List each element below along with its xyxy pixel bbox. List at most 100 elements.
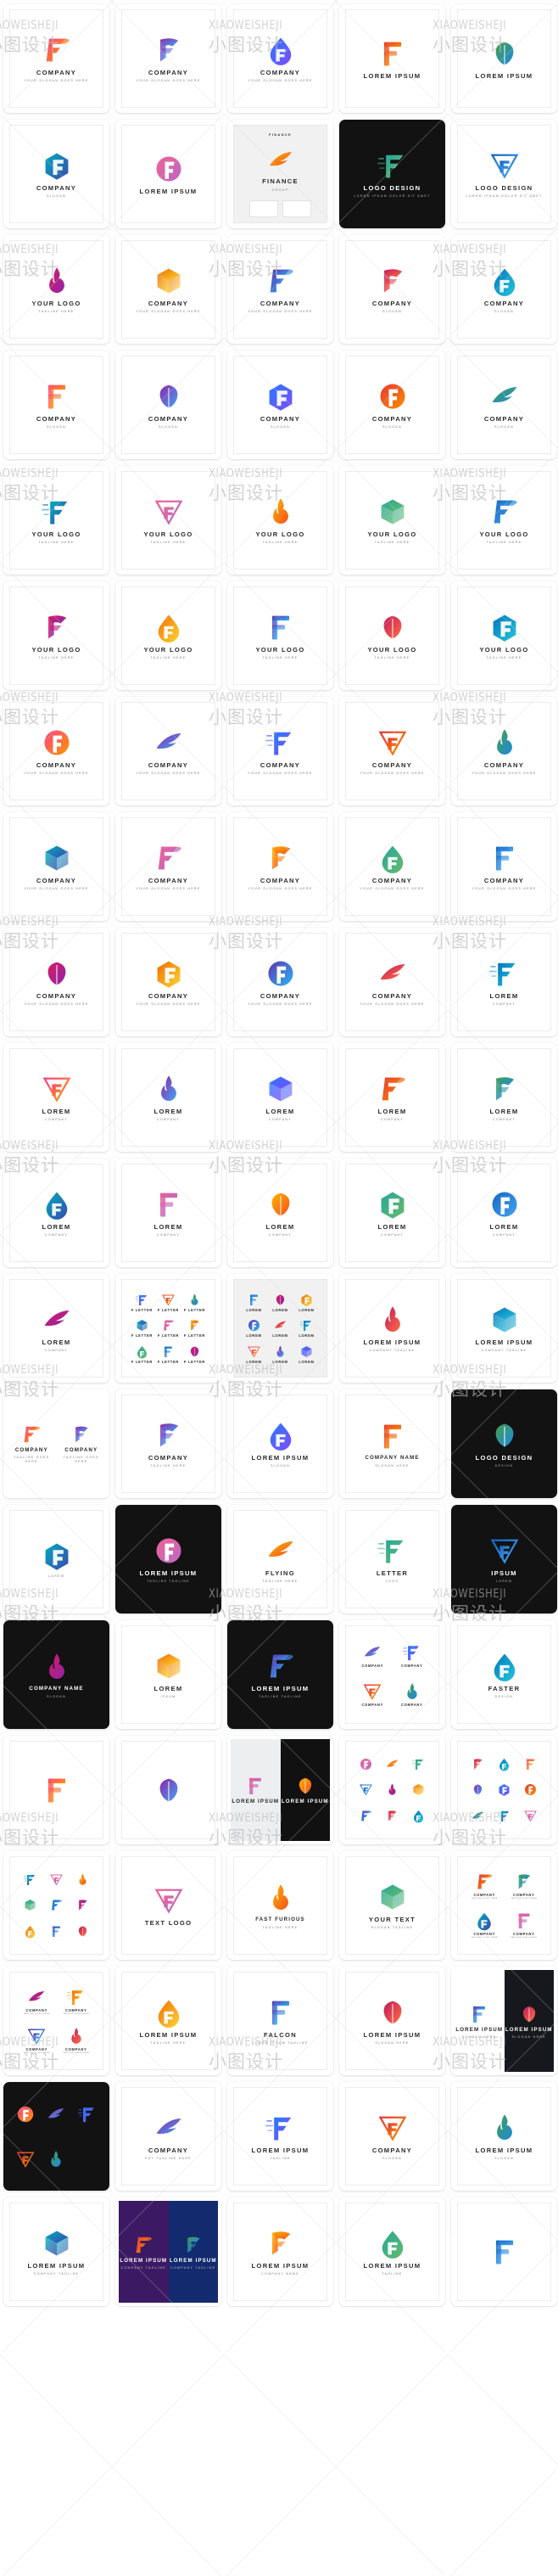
logo-split-half[interactable]: LOREM IPSUM SLOGAN HERE <box>455 1970 505 2072</box>
logo-variant[interactable]: F LETTER <box>184 1318 205 1338</box>
logo-card-lorem-ipsum-orange-bird[interactable]: LOREM IPSUM COMPANY NAME <box>227 2197 333 2306</box>
logo-variant[interactable] <box>49 1898 64 1912</box>
logo-variant[interactable]: LOREM <box>246 1344 261 1364</box>
logo-card-lorem-ipsum-green-orange[interactable]: LOREM IPSUM SLOGAN HERE <box>339 1967 445 2075</box>
logo-variant[interactable]: LOREM <box>299 1293 314 1312</box>
logo-card-lorem-ipsum-wood-f[interactable]: LOREM IPSUM <box>451 4 557 113</box>
logo-variant[interactable]: F LETTER <box>184 1293 205 1312</box>
logo-card-flying-orange-wing[interactable]: FLYING TAGLINE HERE <box>227 1505 333 1614</box>
logo-variant[interactable] <box>49 1924 64 1939</box>
logo-card-company-hex-tech[interactable]: COMPANY Your Slogan Goes Here <box>3 697 109 805</box>
logo-card-lorem-flame-f[interactable]: LOREM COMPANY <box>227 1159 333 1267</box>
logo-card-f-grid-nine-b[interactable] <box>451 1736 557 1844</box>
logo-card-lorem-ipsum-crest-pair[interactable]: LOREM IPSUM COMPANY TAGLINE LOREM IPSUM … <box>115 2197 221 2306</box>
logo-card-loremipsum-emblem[interactable]: LOREM IPSUM TAGLINE <box>339 2197 445 2306</box>
logo-card-your-text-plant[interactable]: Your Text SLOGAN TAGLINE <box>339 1851 445 1960</box>
logo-variant[interactable] <box>23 1924 37 1939</box>
logo-variant[interactable] <box>15 2149 36 2169</box>
logo-card-company-yellow-red-bar[interactable]: COMPANY SLOGAN <box>451 351 557 459</box>
logo-card-company-name-blue-f[interactable]: COMPANY NAME SLOGAN HERE <box>339 1389 445 1498</box>
logo-card-company-flag-pin[interactable]: COMPANY Your Slogan Goes Here <box>115 812 221 921</box>
logo-card-company-purple-swoosh[interactable]: COMPANY PUT TAGLINE HERE <box>115 2082 221 2191</box>
logo-card-your-logo-if-flag[interactable]: YOUR LOGO TAGLINE HERE <box>227 466 333 575</box>
logo-card-lorem-ipsum-feather-dots[interactable]: LOREM IPSUM COMPANY TAGLINE <box>3 2197 109 2306</box>
logo-variant[interactable] <box>46 2104 66 2124</box>
logo-variant[interactable]: LOREM <box>299 1344 314 1364</box>
logo-card-company-green-blue-plant[interactable]: COMPANY SLOGAN <box>451 235 557 344</box>
logo-card-company-droplet[interactable]: COMPANY Your Slogan Goes Here <box>227 4 333 113</box>
logo-card-lorem-sheet-colored[interactable]: LOREM LOREM LOREM LOREM LOREM LOREM LORE… <box>227 1274 333 1383</box>
logo-variant[interactable] <box>359 1809 373 1823</box>
logo-card-faster-design[interactable]: FASTER DESIGN <box>451 1620 557 1729</box>
logo-card-company-globe-swoosh[interactable]: COMPANY Your Slogan Goes Here <box>451 812 557 921</box>
logo-card-company-pink-blue-f[interactable]: COMPANY Your Slogan Goes Here <box>227 928 333 1036</box>
logo-card-company-blue-arrow-house[interactable]: COMPANY SLOGAN <box>339 351 445 459</box>
logo-card-logo-design-red-triangle[interactable]: LOGO DESIGN DESIGN <box>451 1389 557 1498</box>
logo-variant[interactable] <box>523 1782 538 1797</box>
logo-card-company-f-ribbon[interactable]: COMPANY Your Slogan Goes Here <box>115 4 221 113</box>
logo-card-company-green-blue-f[interactable]: COMPANY SLOGAN <box>339 2082 445 2191</box>
logo-variant[interactable] <box>411 1782 426 1797</box>
logo-card-your-logo-blue-ribbon-m[interactable]: YOUR LOGO TAGLINE HERE <box>3 581 109 690</box>
logo-variant[interactable]: F LETTER <box>158 1344 179 1364</box>
logo-variant[interactable] <box>75 1872 90 1887</box>
logo-split-half[interactable]: LOREM IPSUM <box>280 1739 330 1841</box>
logo-variant[interactable]: LOREM <box>299 1318 314 1338</box>
logo-card-lorem-ipsum-gold-v[interactable]: LOREM IPSUM TAGLINE TAGLINE <box>115 1505 221 1614</box>
logo-card-your-logo-g-cube[interactable]: YOUR LOGO TAGLINE HERE <box>3 466 109 575</box>
logo-split-half[interactable]: LOREM IPSUM COMPANY TAGLINE <box>119 2201 169 2303</box>
logo-variant[interactable]: LOREM <box>272 1318 287 1338</box>
logo-card-your-logo-hexagon[interactable]: YOUR LOGO TAGLINE HERE <box>339 581 445 690</box>
logo-variant[interactable] <box>411 1757 426 1771</box>
logo-card-company-circle-f[interactable]: COMPANY SLOGAN <box>3 120 109 228</box>
logo-card-lorem-blue-bolt[interactable]: LOREM COMPANY <box>451 928 557 1036</box>
logo-card-company-flame[interactable]: COMPANY Your Slogan Goes Here <box>115 235 221 344</box>
logo-card-company-quad-set[interactable]: COMPANY COMPANY COMPANY COMPANY <box>339 1620 445 1729</box>
logo-variant[interactable] <box>75 1898 90 1912</box>
logo-variant[interactable]: COMPANY TAGLINE GOES HERE <box>63 2026 89 2055</box>
logo-card-your-logo-pixel-f[interactable]: YOUR LOGO TAGLINE HERE <box>227 581 333 690</box>
logo-card-lorem-orange-e[interactable]: LOREM COMPANY <box>339 1043 445 1152</box>
logo-card-fletter-sheet[interactable]: F LETTER F LETTER F LETTER F LETTER F LE… <box>115 1274 221 1383</box>
logo-card-company-orange-p-pill[interactable]: COMPANY Your Slogan Goes Here <box>339 928 445 1036</box>
logo-variant[interactable] <box>471 1809 485 1823</box>
logo-card-company-branding-pair[interactable]: COMPANY TAGLINE GOES HERE COMPANY TAGLIN… <box>3 1389 109 1498</box>
logo-card-your-logo-knot[interactable]: YOUR LOGO TAGLINE HERE <box>339 466 445 575</box>
logo-card-cheetah-red-black[interactable] <box>451 2197 557 2306</box>
logo-split-half[interactable]: COMPANY TAGLINE GOES HERE <box>7 1393 57 1495</box>
logo-card-red-triangle-f[interactable]: LOREM <box>3 1505 109 1614</box>
logo-variant[interactable] <box>385 1757 399 1771</box>
logo-card-your-logo-gray-blue-f[interactable]: YOUR LOGO TAGLINE HERE <box>451 581 557 690</box>
logo-variant[interactable]: F LETTER <box>131 1318 153 1338</box>
logo-variant[interactable] <box>359 1782 373 1797</box>
mockup-business-card-back[interactable] <box>282 200 311 218</box>
logo-variant[interactable] <box>23 1898 37 1912</box>
logo-variant[interactable]: COMPANY TAGLINE GOES HERE <box>63 1987 89 2016</box>
logo-variant[interactable]: COMPANY TAGLINE GOES HERE <box>24 1987 50 2016</box>
logo-card-company-leaf-pair[interactable]: COMPANY Your Slogan Goes Here <box>115 928 221 1036</box>
logo-card-your-logo-blue-curl[interactable]: YOUR LOGO TAGLINE HERE <box>3 235 109 344</box>
logo-card-lorem-circle-leaf[interactable]: LOREM COMPANY <box>3 1159 109 1267</box>
logo-variant[interactable]: F LETTER <box>158 1293 179 1312</box>
logo-card-letter-logo-blue-f[interactable]: LETTER LOGO <box>339 1505 445 1614</box>
logo-variant[interactable]: LOREM <box>272 1344 287 1364</box>
logo-card-orange-purple-f[interactable] <box>3 1736 109 1844</box>
logo-variant[interactable]: F LETTER <box>158 1318 179 1338</box>
logo-variant[interactable]: COMPANY TAGLINE GOES HERE <box>24 2026 50 2055</box>
logo-card-company-fire-swirl[interactable]: COMPANY Your Slogan Goes Here <box>451 697 557 805</box>
logo-card-lorem-ipsum-oval-leaf[interactable]: LOREM IPSUM COMPANY TAGLINE <box>451 1274 557 1383</box>
logo-card-company-wing-quad[interactable]: COMPANY TAGLINE GOES HERE COMPANY TAGLIN… <box>451 1851 557 1960</box>
logo-variant[interactable]: F LETTER <box>131 1293 153 1312</box>
logo-card-falcon-brand[interactable]: FALCON LOREM IPSUM TAGLINE <box>227 1967 333 2075</box>
logo-variant[interactable]: COMPANY TAGLINE GOES HERE <box>472 1872 498 1900</box>
logo-variant[interactable] <box>497 1782 511 1797</box>
logo-card-company-speed-lines[interactable]: COMPANY Your Slogan Goes Here <box>227 812 333 921</box>
logo-card-company-leaf-f[interactable]: COMPANY SLOGAN <box>339 235 445 344</box>
logo-card-fast-furious[interactable]: FAST FURIOUS TAGLINE HERE <box>227 1851 333 1960</box>
logo-card-loremipsum-pegasus[interactable]: LOREM IPSUM TAGLINE <box>227 2082 333 2191</box>
logo-variant[interactable] <box>523 1757 538 1771</box>
logo-variant[interactable] <box>23 1872 37 1887</box>
logo-variant[interactable]: LOREM <box>246 1293 261 1312</box>
logo-card-f-grid-nine-c[interactable] <box>3 1851 109 1960</box>
logo-card-lorem-cube-f[interactable]: LOREM COMPANY <box>3 1274 109 1383</box>
